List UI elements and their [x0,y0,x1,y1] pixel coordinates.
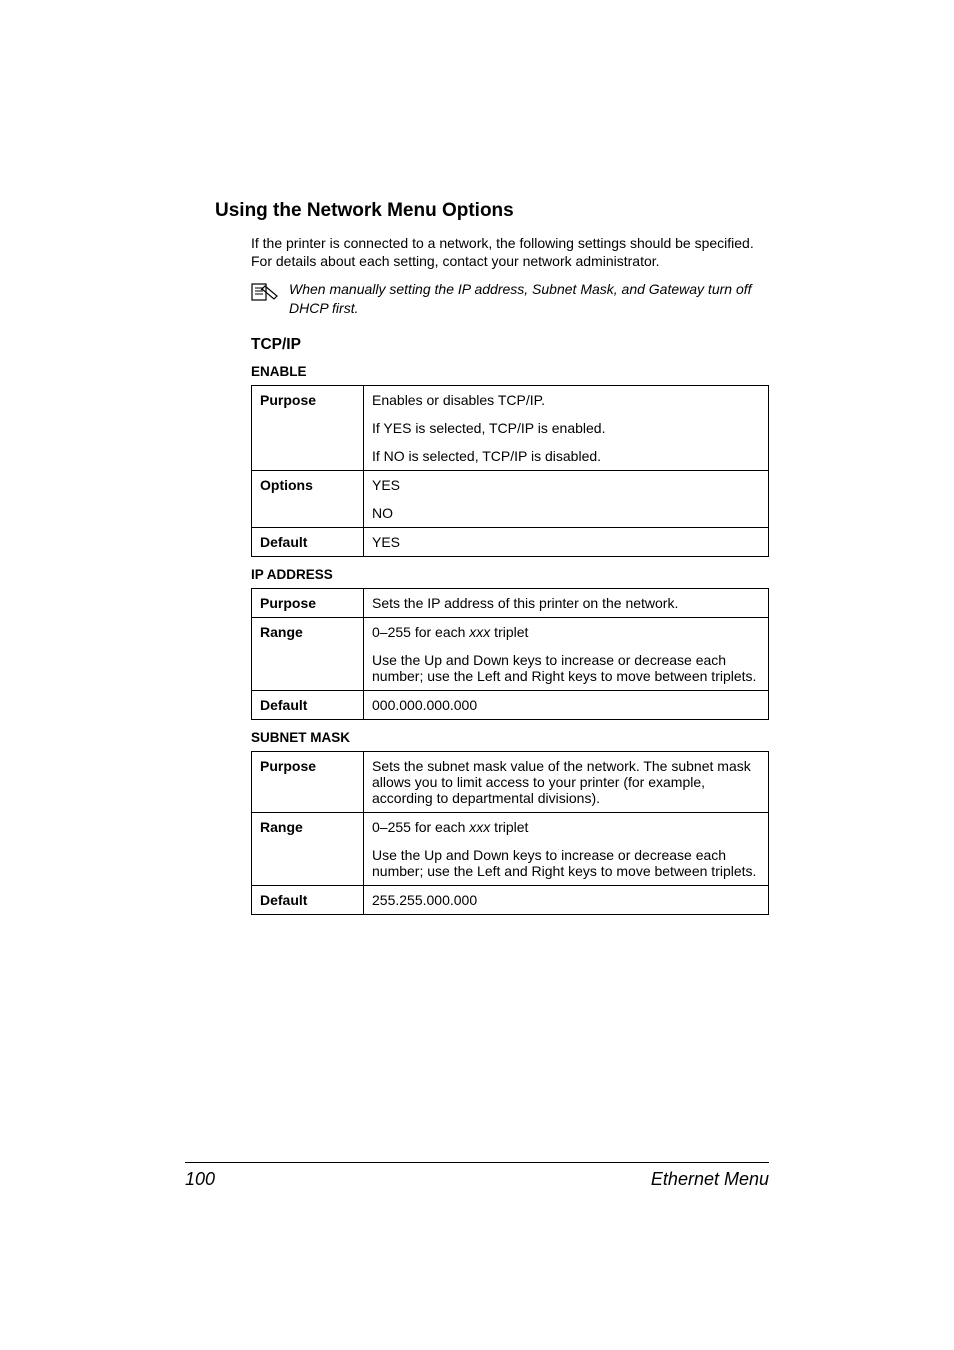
table-row: Purpose Sets the IP address of this prin… [252,589,769,618]
tcpip-heading: TCP/IP [251,336,769,354]
purpose-value: Sets the subnet mask value of the networ… [364,752,769,813]
enable-heading: ENABLE [251,364,769,379]
table-row: If YES is selected, TCP/IP is enabled. [252,414,769,442]
page-heading: Using the Network Menu Options [215,200,769,222]
ip-table: Purpose Sets the IP address of this prin… [251,588,769,720]
footer-title: Ethernet Menu [651,1169,769,1190]
table-row: Use the Up and Down keys to increase or … [252,646,769,691]
table-row: Options YES [252,471,769,500]
range-value: 0–255 for each xxx triplet [364,618,769,647]
purpose-value: Sets the IP address of this printer on t… [364,589,769,618]
table-row: Default 000.000.000.000 [252,691,769,720]
text: triplet [490,819,528,835]
table-row: Use the Up and Down keys to increase or … [252,841,769,886]
purpose-label: Purpose [252,752,364,813]
page-number: 100 [185,1169,215,1190]
note-row: When manually setting the IP address, Su… [251,280,769,318]
default-value: 255.255.000.000 [364,886,769,915]
note-icon [251,282,279,302]
subnet-table: Purpose Sets the subnet mask value of th… [251,751,769,915]
range-value: 0–255 for each xxx triplet [364,813,769,842]
page-footer: 100 Ethernet Menu [185,1162,769,1190]
purpose-label: Purpose [252,589,364,618]
range-value: Use the Up and Down keys to increase or … [364,646,769,691]
text: 0–255 for each [372,624,469,640]
text: 0–255 for each [372,819,469,835]
subnet-heading: SUBNET MASK [251,730,769,745]
table-row: Purpose Sets the subnet mask value of th… [252,752,769,813]
purpose-value: Enables or disables TCP/IP. [364,386,769,415]
enable-table: Purpose Enables or disables TCP/IP. If Y… [251,385,769,557]
option-value: YES [364,471,769,500]
text: triplet [490,624,528,640]
table-row: Purpose Enables or disables TCP/IP. [252,386,769,415]
purpose-value: If NO is selected, TCP/IP is disabled. [364,442,769,471]
ip-heading: IP ADDRESS [251,567,769,582]
default-value: YES [364,528,769,557]
table-row: Default 255.255.000.000 [252,886,769,915]
intro-text: If the printer is connected to a network… [251,234,769,270]
purpose-label: Purpose [252,386,364,415]
default-label: Default [252,691,364,720]
table-row: Range 0–255 for each xxx triplet [252,618,769,647]
text-italic: xxx [469,624,490,640]
default-value: 000.000.000.000 [364,691,769,720]
table-row: If NO is selected, TCP/IP is disabled. [252,442,769,471]
purpose-value: If YES is selected, TCP/IP is enabled. [364,414,769,442]
range-label: Range [252,618,364,647]
options-label: Options [252,471,364,500]
table-row: Range 0–255 for each xxx triplet [252,813,769,842]
table-row: Default YES [252,528,769,557]
text-italic: xxx [469,819,490,835]
option-value: NO [364,499,769,528]
default-label: Default [252,886,364,915]
range-value: Use the Up and Down keys to increase or … [364,841,769,886]
table-row: NO [252,499,769,528]
range-label: Range [252,813,364,842]
default-label: Default [252,528,364,557]
note-text: When manually setting the IP address, Su… [289,280,769,318]
